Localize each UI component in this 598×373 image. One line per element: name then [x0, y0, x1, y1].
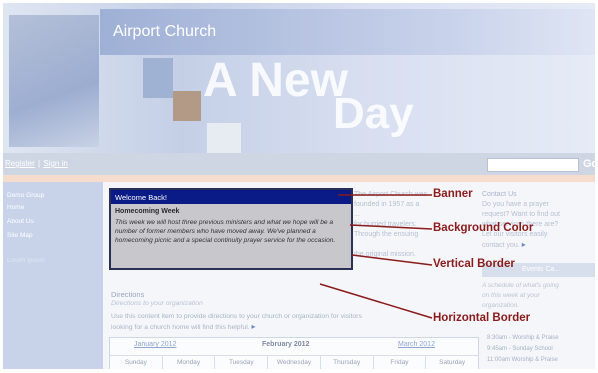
callout-background-color: Background Color	[433, 222, 534, 234]
callout-line-vertical	[351, 254, 433, 266]
callout-line-horizontal	[319, 283, 433, 319]
callout-banner: Banner	[433, 188, 473, 200]
callout-line-background	[349, 224, 433, 230]
callout-vertical-border: Vertical Border	[433, 258, 515, 270]
callout-horizontal-border: Horizontal Border	[433, 312, 531, 324]
